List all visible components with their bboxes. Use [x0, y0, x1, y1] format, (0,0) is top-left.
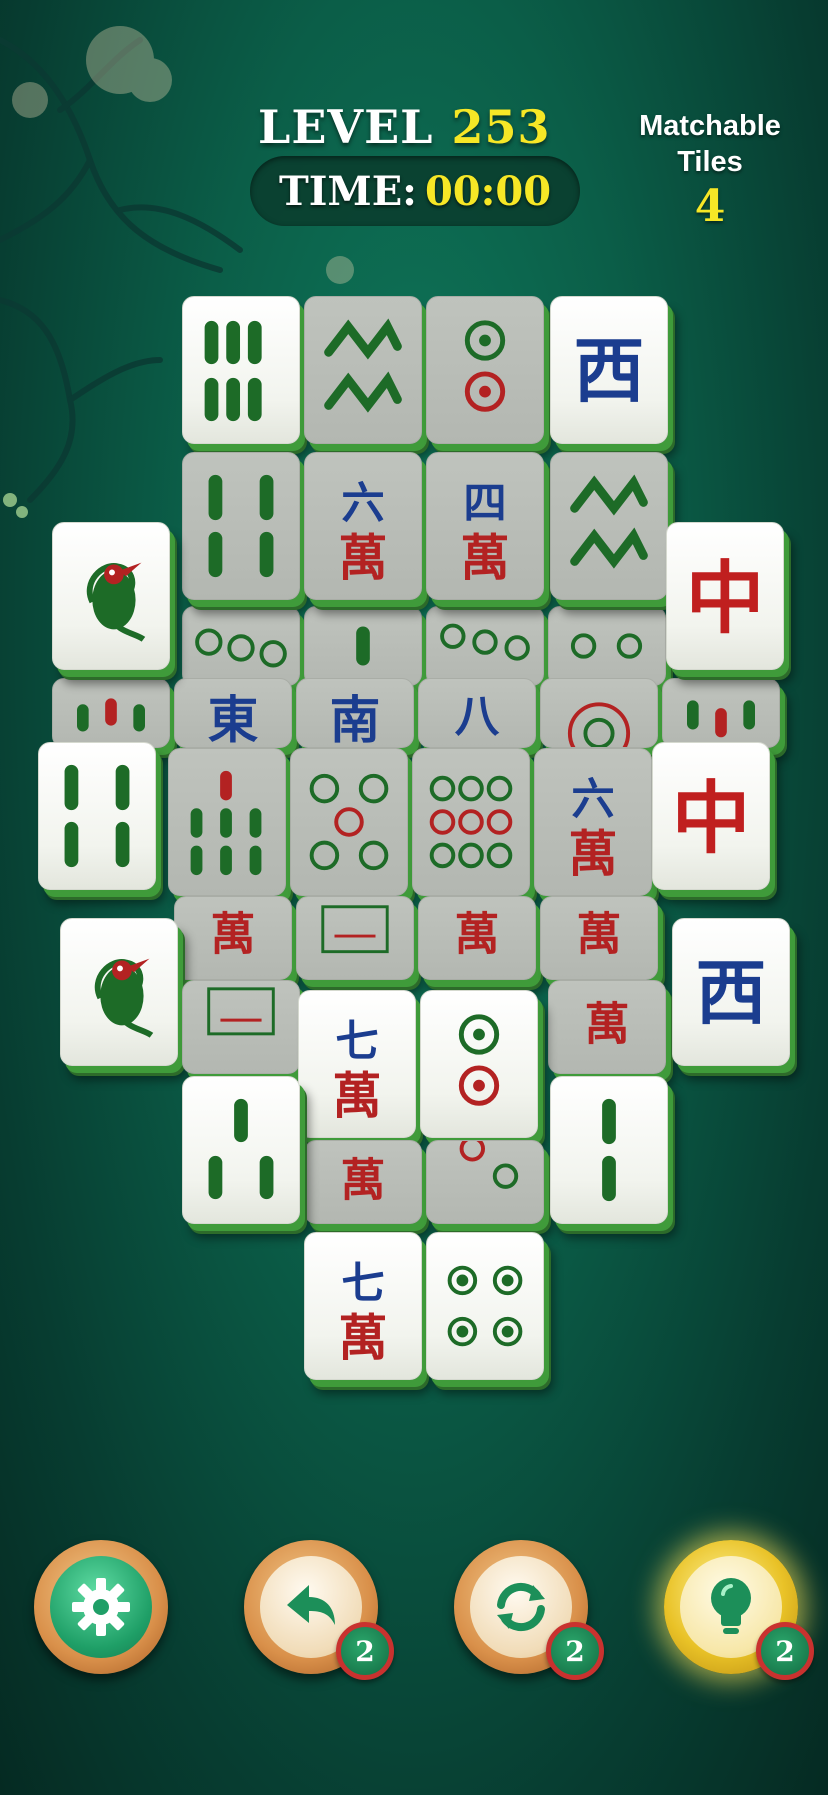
settings-button[interactable]	[34, 1540, 168, 1674]
tile-subchar: 萬	[568, 825, 617, 883]
tile[interactable]	[182, 452, 300, 600]
partial-char: 八	[455, 689, 500, 742]
tile-char: 西	[696, 952, 767, 1035]
shuffle-count-badge: 2	[546, 1622, 604, 1680]
tile-char: 六	[571, 774, 614, 825]
tile[interactable]	[60, 918, 178, 1066]
tile[interactable]	[304, 296, 422, 444]
tile-subchar: 萬	[338, 529, 387, 587]
tile-partial	[52, 678, 170, 748]
tile[interactable]: 四萬	[426, 452, 544, 600]
tile[interactable]: 西	[550, 296, 668, 444]
tile[interactable]	[426, 1232, 544, 1380]
gear-icon	[72, 1578, 130, 1636]
tile[interactable]	[182, 296, 300, 444]
tile-partial	[426, 606, 544, 686]
undo-button[interactable]: 2	[244, 1540, 394, 1680]
tile-char: 四	[463, 478, 506, 529]
tile[interactable]	[412, 748, 530, 896]
undo-count-badge: 2	[336, 1622, 394, 1680]
tile-char: 中	[686, 551, 765, 644]
tile-partial	[548, 606, 666, 686]
tile-subchar: 萬	[332, 1067, 381, 1125]
hint-count-badge: 2	[756, 1622, 814, 1680]
tile-partial	[182, 980, 300, 1074]
tile-partial: 萬	[548, 980, 666, 1074]
tile-char: 七	[335, 1016, 378, 1067]
partial-char: 萬	[584, 998, 629, 1051]
tile[interactable]: 西	[672, 918, 790, 1066]
partial-char: 南	[330, 690, 381, 747]
undo-arrow-icon	[287, 1585, 335, 1625]
tile-char: 西	[574, 330, 645, 413]
tile[interactable]	[52, 522, 170, 670]
tile-partial	[662, 678, 780, 748]
tile-partial	[540, 678, 658, 765]
tile-partial	[426, 1136, 544, 1224]
tile-partial: 八	[418, 678, 536, 748]
tile[interactable]: 六萬	[304, 452, 422, 600]
tile[interactable]: 七萬	[298, 990, 416, 1138]
bird-icon	[94, 958, 154, 1038]
tile[interactable]: 中	[652, 742, 770, 890]
hint-button[interactable]: 2	[664, 1540, 814, 1680]
tile-partial	[182, 606, 300, 686]
shuffle-button[interactable]: 2	[454, 1540, 604, 1680]
tile-char: 中	[672, 771, 751, 864]
tile-partial: 萬	[304, 1140, 422, 1224]
tile[interactable]	[182, 1076, 300, 1224]
tile[interactable]	[550, 452, 668, 600]
tile-partial: 萬	[418, 896, 536, 980]
lightbulb-icon	[711, 1578, 751, 1634]
tile-subchar: 萬	[338, 1309, 387, 1367]
bird-icon	[86, 562, 146, 642]
tile[interactable]	[168, 748, 286, 896]
tile[interactable]: 六萬	[534, 748, 652, 896]
tile-partial	[296, 896, 414, 980]
tile-partial: 東	[174, 678, 292, 749]
tile[interactable]	[290, 748, 408, 896]
tile[interactable]	[420, 990, 538, 1138]
tile-partial: 南	[296, 678, 414, 749]
mahjong-board: 東 南 八 西 六萬 四 萬 中 六 萬 中 萬 萬 萬 萬 西 七 萬 萬 七…	[0, 0, 828, 1795]
tile-partial	[304, 606, 422, 686]
partial-char: 萬	[211, 908, 256, 961]
tile[interactable]	[550, 1076, 668, 1224]
tile[interactable]: 中	[666, 522, 784, 670]
tile-char: 六	[341, 478, 384, 529]
partial-char: 萬	[341, 1154, 386, 1207]
tile-partial: 萬	[540, 896, 658, 980]
shuffle-icon	[497, 1582, 545, 1632]
tile-char: 七	[341, 1258, 384, 1309]
tile[interactable]: 七萬	[304, 1232, 422, 1380]
partial-char: 萬	[577, 908, 622, 961]
tile-subchar: 萬	[460, 529, 509, 587]
tile[interactable]	[426, 296, 544, 444]
partial-char: 東	[208, 690, 259, 747]
tile[interactable]	[38, 742, 156, 890]
tile-partial: 萬	[174, 896, 292, 980]
partial-char: 萬	[455, 908, 500, 961]
